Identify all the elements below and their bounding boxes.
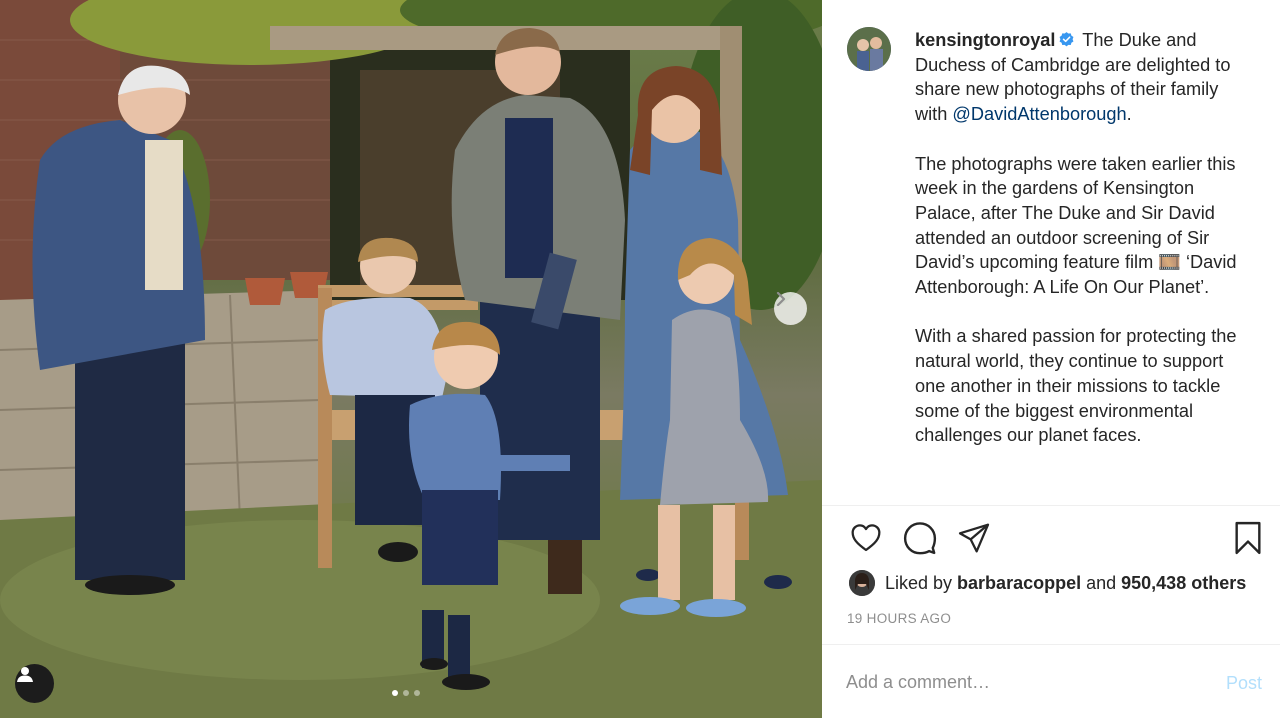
- post-comment-button[interactable]: Post: [1226, 673, 1262, 694]
- comment-form: Post: [822, 644, 1280, 718]
- next-slide-button[interactable]: [774, 292, 807, 325]
- divider: [822, 505, 1280, 506]
- caption-paragraph: The photographs were taken earlier this …: [915, 153, 1241, 298]
- action-bar: [844, 520, 1264, 560]
- post-sidebar: kensingtonroyal The Duke and Duchess of …: [822, 0, 1280, 718]
- author-username[interactable]: kensingtonroyal: [915, 30, 1055, 50]
- likes-summary: Liked by barbaracoppel and 950,438 other…: [849, 569, 1246, 597]
- carousel-indicator: [392, 690, 420, 696]
- carousel-dot: [414, 690, 420, 696]
- photo-illustration: [0, 0, 822, 718]
- post-caption: kensingtonroyal The Duke and Duchess of …: [915, 28, 1255, 448]
- avatar[interactable]: [847, 27, 891, 71]
- likes-joiner: and: [1081, 572, 1122, 593]
- carousel-dot: [392, 690, 398, 696]
- bookmark-icon: [1235, 521, 1261, 555]
- chevron-right-icon: [776, 292, 786, 306]
- verified-badge-icon: [1060, 32, 1074, 47]
- caption-section: kensingtonroyal The Duke and Duchess of …: [822, 0, 1280, 505]
- comment-bubble-icon: [903, 522, 937, 555]
- heart-icon: [851, 524, 881, 552]
- tagged-users-button[interactable]: [15, 664, 54, 703]
- liker-username[interactable]: barbaracoppel: [957, 573, 1081, 594]
- likes-count[interactable]: 950,438 others: [1121, 573, 1246, 594]
- post-timestamp[interactable]: 19 HOURS AGO: [847, 611, 951, 626]
- likes-prefix: Liked by: [885, 572, 958, 593]
- comment-input[interactable]: [846, 667, 1196, 697]
- post-photo[interactable]: [0, 0, 822, 718]
- save-button[interactable]: [1230, 520, 1266, 556]
- profile-photo: [847, 27, 891, 71]
- user-tag-icon: [17, 667, 33, 682]
- carousel-dot: [403, 690, 409, 696]
- caption-paragraph: With a shared passion for protecting the…: [915, 326, 1242, 446]
- caption-punctuation: .: [1126, 104, 1132, 125]
- like-button[interactable]: [848, 520, 884, 556]
- share-button[interactable]: [956, 520, 992, 556]
- liker-photo: [849, 570, 875, 596]
- liker-avatar[interactable]: [849, 570, 875, 596]
- mention-link[interactable]: @DavidAttenborough: [952, 104, 1126, 124]
- paper-plane-icon: [958, 523, 990, 553]
- comment-button[interactable]: [902, 520, 938, 556]
